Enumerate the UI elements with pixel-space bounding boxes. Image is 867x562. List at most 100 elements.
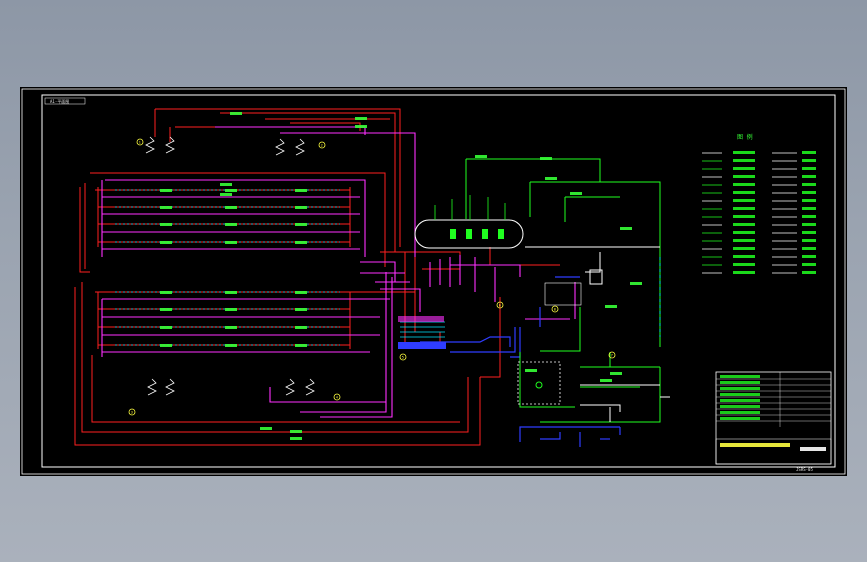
pipe-tag-glyph [290,430,302,433]
legend-text-glyph [802,183,816,186]
pipe-tag-glyph [290,437,302,440]
coil-symbol [165,378,175,396]
legend-text-glyph [733,167,755,170]
legend-text-glyph [733,159,755,162]
white-pipes [525,246,670,422]
pipe-tag-glyph [160,206,172,209]
pipe-tag-glyph [225,291,237,294]
numbered-symbol-label: 3 [131,411,133,415]
pipe-tag-glyph [160,291,172,294]
numbered-symbol-label: 8 [554,308,556,312]
title-block-text-glyph [720,393,760,396]
coil-symbol [275,138,285,156]
pipe-tag-glyph [225,206,237,209]
numbered-symbol-label: 1 [139,141,141,145]
water-manifold [398,342,446,349]
pipe-tag-glyph [355,125,367,128]
coil-symbol [295,138,305,156]
title-block-text-glyph [720,399,760,402]
title-block-text-glyph [720,375,760,378]
legend-text-glyph [802,247,816,250]
pipe-tag-glyph [160,241,172,244]
title-block [715,371,832,465]
legend-text-glyph [802,207,816,210]
pipe-tag-glyph [225,308,237,311]
numbered-symbol-label: 5 [402,356,404,360]
title-block-footer [715,438,832,465]
frame-tag: A1-平面图 [50,98,69,104]
pipe-tag-glyph [610,372,622,375]
legend-text-glyph [802,223,816,226]
legend-text-glyph [802,191,816,194]
legend-text-glyph [733,263,755,266]
pipe-tag-glyph [295,241,307,244]
pipe-tag-glyph [630,282,642,285]
legend-text-glyph [802,231,816,234]
legend-text-glyph [733,239,755,242]
legend-text-glyph [802,151,816,154]
pipe-tag-glyph [220,193,232,196]
title-block-text-glyph [720,417,760,420]
title-block-text-glyph [720,411,760,414]
drawing-number: JSRS-05 [796,467,813,472]
pipe-tag-glyph [295,223,307,226]
legend-table [702,151,816,274]
title-block-text-glyph [720,405,760,408]
pipe-tag-glyph [295,344,307,347]
pipe-tag-glyph [605,305,617,308]
outer-frame [21,88,846,475]
pipe-tag-glyph [545,177,557,180]
legend-text-glyph [733,231,755,234]
pipe-tag-glyph [220,183,232,186]
pipe-tag-glyph [160,223,172,226]
legend-text-glyph [733,183,755,186]
piping-schematic: A1-平面图 12345678 图 例 JSRS-05 [21,88,846,475]
numbered-symbol-label: 7 [611,354,613,358]
legend-text-glyph [802,263,816,266]
pump-symbol [535,381,543,389]
legend-text-glyph [733,215,755,218]
pipe-tag-glyph [525,369,537,372]
return-manifold [398,316,444,322]
pipe-tag-glyph [160,344,172,347]
title-block-text-glyph [720,443,790,447]
legend-text-glyph [802,271,816,274]
pipe-tag-glyph [295,206,307,209]
pipe-tag-glyph [620,227,632,230]
pipe-tag-glyph [475,155,487,158]
legend-text-glyph [802,159,816,162]
pipe-tag-glyph [295,326,307,329]
legend-text-glyph [802,255,816,258]
pipe-tag-glyph [160,326,172,329]
legend-text-glyph [802,199,816,202]
header-valves [434,195,506,220]
coil-symbol [305,378,315,396]
exchanger-group [544,282,582,306]
numbered-symbol-label: 4 [336,396,338,400]
legend-text-glyph [733,223,755,226]
pipe-tag-glyph [225,189,237,192]
pipe-tag-glyph [225,223,237,226]
legend-text-glyph [733,175,755,178]
pipe-tag-glyph [355,117,367,120]
pipe-tag-glyph [295,308,307,311]
title-block-text-glyph [720,387,760,390]
pump-station [517,361,561,405]
legend-text-glyph [733,247,755,250]
hot-return-pipes [101,126,576,418]
pipe-tag-glyph [160,308,172,311]
numbered-symbol-label: 6 [499,304,501,308]
legend-text-glyph [733,151,755,154]
numbered-symbol-label: 2 [321,144,323,148]
legend-text-glyph [733,191,755,194]
pipe-tag-glyph [295,291,307,294]
coil-symbol [285,378,295,396]
text-tags [160,112,642,440]
header-nozzles [450,229,504,239]
coil-symbol [147,378,157,396]
pipe-tag-glyph [570,192,582,195]
drawing-canvas[interactable]: A1-平面图 1 2 3 4 5 6 7 8 图 例 JSRS-05 [20,87,847,476]
pipe-tag-glyph [600,379,612,382]
pipe-tag-glyph [225,344,237,347]
legend-text-glyph [802,215,816,218]
